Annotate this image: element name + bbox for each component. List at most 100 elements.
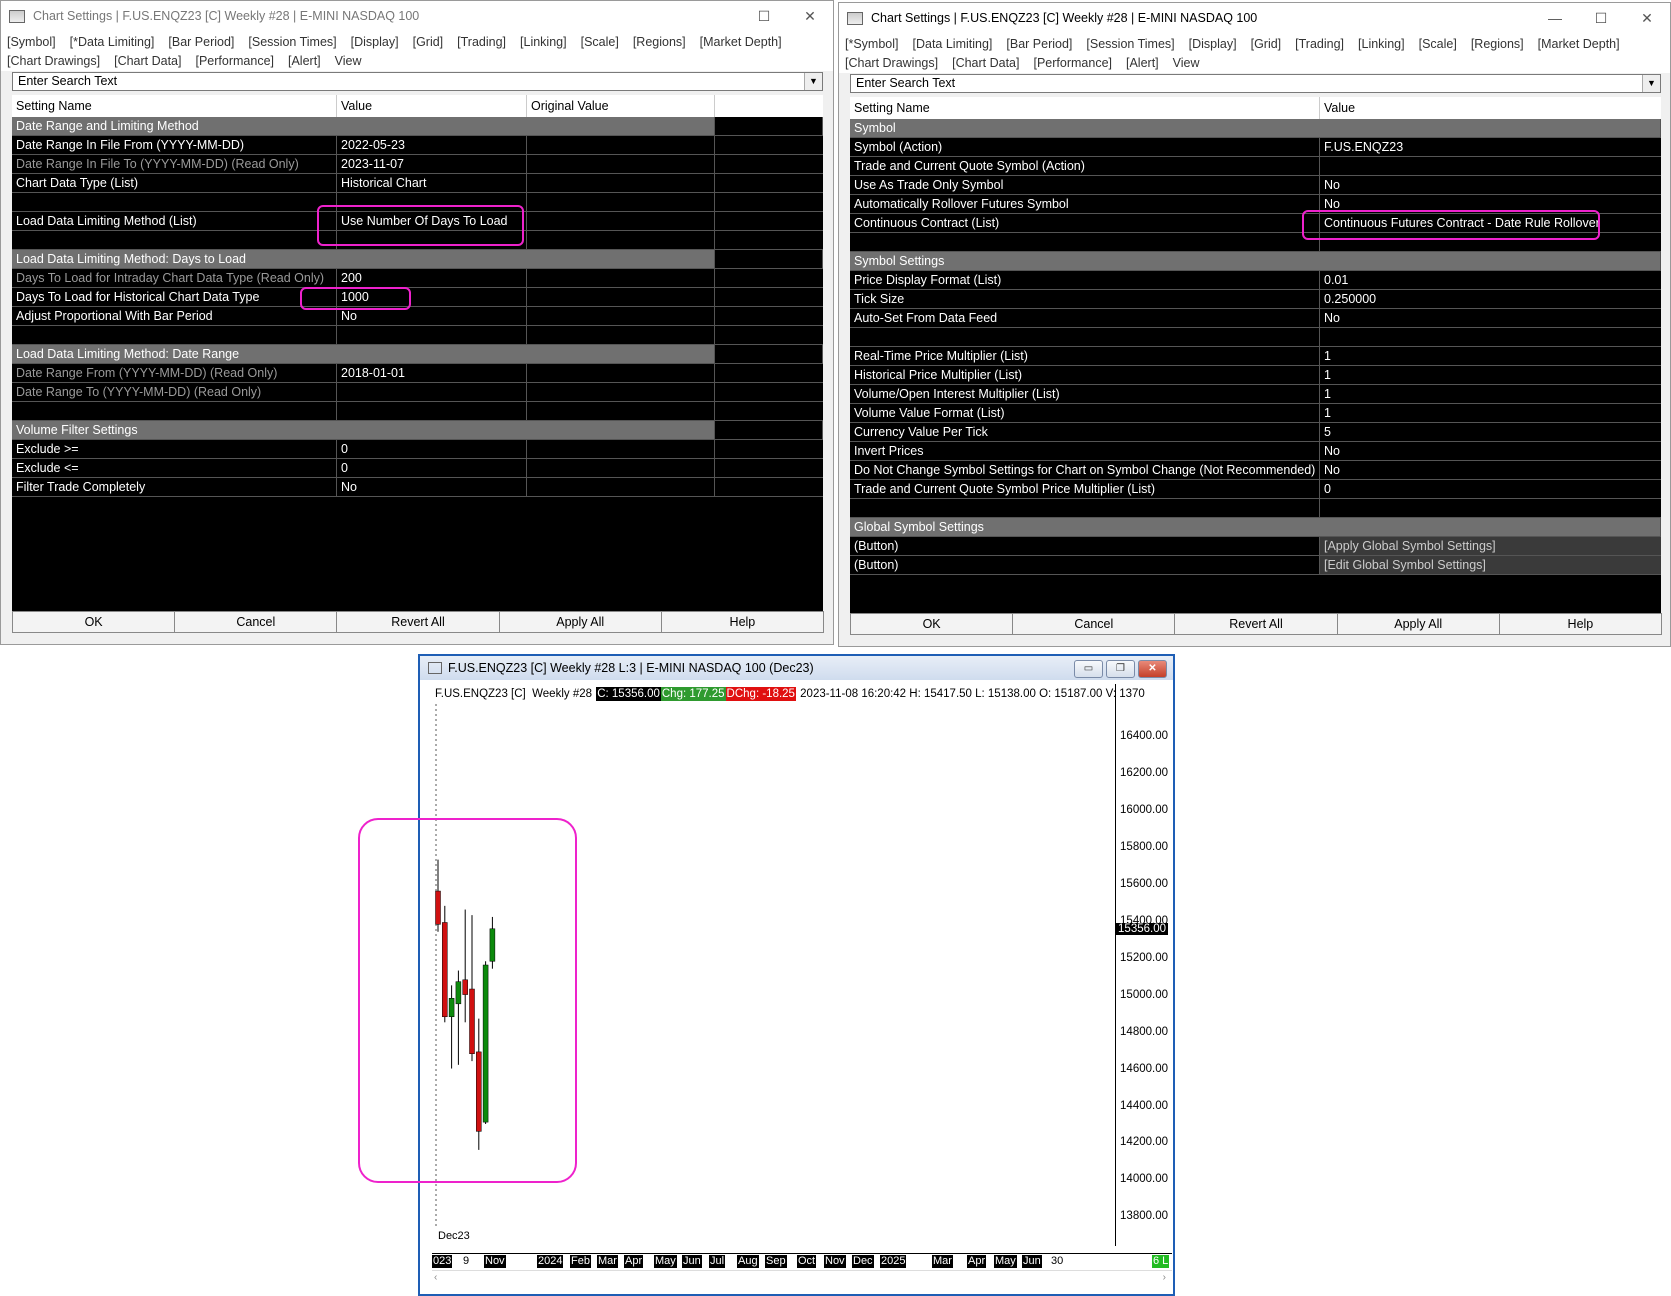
apply-all-button[interactable]: Apply All: [498, 611, 662, 633]
setting-row[interactable]: Date Range In File To (YYYY-MM-DD) (Read…: [12, 155, 823, 174]
ok-button[interactable]: OK: [850, 613, 1014, 635]
tab-trading[interactable]: [Trading]: [1295, 35, 1344, 54]
setting-row[interactable]: Do Not Change Symbol Settings for Chart …: [850, 461, 1661, 480]
tab-view[interactable]: View: [335, 52, 362, 71]
scroll-right-icon[interactable]: ›: [1163, 1272, 1166, 1283]
maximize-icon[interactable]: ☐: [1578, 3, 1624, 33]
tab-market-depth[interactable]: [Market Depth]: [700, 33, 782, 52]
setting-row[interactable]: Real-Time Price Multiplier (List) 1: [850, 347, 1661, 366]
help-button[interactable]: Help: [1498, 613, 1663, 635]
close-icon[interactable]: ✕: [1624, 3, 1670, 33]
setting-row[interactable]: Invert Prices No: [850, 442, 1661, 461]
setting-value[interactable]: No: [1320, 176, 1661, 194]
tab-chart-data[interactable]: [Chart Data]: [952, 54, 1019, 73]
tab-scale[interactable]: [Scale]: [1419, 35, 1457, 54]
revert-all-button[interactable]: Revert All: [336, 611, 500, 633]
setting-value[interactable]: 1: [1320, 347, 1661, 365]
tab-alert[interactable]: [Alert]: [1126, 54, 1159, 73]
close-icon[interactable]: ✕: [787, 1, 833, 31]
close-icon[interactable]: ✕: [1138, 660, 1167, 678]
setting-row[interactable]: Date Range To (YYYY-MM-DD) (Read Only): [12, 383, 823, 402]
setting-row[interactable]: Currency Value Per Tick 5: [850, 423, 1661, 442]
tab-performance[interactable]: [Performance]: [195, 52, 274, 71]
tab-regions[interactable]: [Regions]: [633, 33, 686, 52]
tab-data-limiting[interactable]: [Data Limiting]: [913, 35, 993, 54]
setting-value[interactable]: 1: [1320, 366, 1661, 384]
cancel-button[interactable]: Cancel: [174, 611, 338, 633]
global-settings-button[interactable]: [Edit Global Symbol Settings]: [1320, 556, 1661, 574]
horizontal-scrollbar[interactable]: ‹ ›: [432, 1270, 1172, 1287]
setting-row[interactable]: Date Range In File From (YYYY-MM-DD) 2022…: [12, 136, 823, 155]
setting-row[interactable]: (Button) [Edit Global Symbol Settings]: [850, 556, 1661, 575]
tab-session-times[interactable]: [Session Times]: [248, 33, 336, 52]
tab-bar-period[interactable]: [Bar Period]: [168, 33, 234, 52]
tab-view[interactable]: View: [1173, 54, 1200, 73]
setting-value[interactable]: 0: [337, 459, 527, 477]
setting-row[interactable]: Price Display Format (List) 0.01: [850, 271, 1661, 290]
ok-button[interactable]: OK: [12, 611, 176, 633]
setting-row[interactable]: Symbol (Action) F.US.ENQZ23: [850, 138, 1661, 157]
setting-value[interactable]: No: [1320, 461, 1661, 479]
tab-regions[interactable]: [Regions]: [1471, 35, 1524, 54]
setting-value[interactable]: [337, 383, 527, 401]
setting-row[interactable]: Filter Trade Completely No: [12, 478, 823, 497]
column-original-value[interactable]: Original Value: [527, 95, 715, 117]
tab-grid[interactable]: [Grid]: [413, 33, 444, 52]
time-axis[interactable]: 023 9 Nov 2024 Feb Mar Apr May Jun Jul Aug Sep Oct No…: [432, 1253, 1172, 1268]
left-search-input[interactable]: Enter Search Text ▼: [12, 72, 823, 91]
tab-symbol[interactable]: [Symbol]: [7, 33, 56, 52]
column-setting-name[interactable]: Setting Name: [850, 97, 1320, 119]
setting-row[interactable]: Days To Load for Historical Chart Data T…: [12, 288, 823, 307]
setting-value[interactable]: 1: [1320, 404, 1661, 422]
tab-bar-period[interactable]: [Bar Period]: [1006, 35, 1072, 54]
setting-row[interactable]: Trade and Current Quote Symbol (Action): [850, 157, 1661, 176]
setting-row[interactable]: Use As Trade Only Symbol No: [850, 176, 1661, 195]
setting-row[interactable]: Exclude <= 0: [12, 459, 823, 478]
price-axis[interactable]: 16400.00 16200.00 16000.00 15800.00 15600.00…: [1116, 684, 1172, 1246]
tab-linking[interactable]: [Linking]: [520, 33, 567, 52]
right-search-input[interactable]: Enter Search Text ▼: [850, 74, 1661, 93]
maximize-icon[interactable]: ☐: [741, 1, 787, 31]
global-settings-button[interactable]: [Apply Global Symbol Settings]: [1320, 537, 1661, 555]
revert-all-button[interactable]: Revert All: [1174, 613, 1338, 635]
setting-value[interactable]: 1: [1320, 385, 1661, 403]
setting-value[interactable]: No: [1320, 309, 1661, 327]
setting-value[interactable]: 200: [337, 269, 527, 287]
setting-value[interactable]: No: [337, 478, 527, 496]
tab-linking[interactable]: [Linking]: [1358, 35, 1405, 54]
scroll-left-icon[interactable]: ‹: [434, 1272, 437, 1283]
setting-row[interactable]: Chart Data Type (List) Historical Chart: [12, 174, 823, 193]
tab-market-depth[interactable]: [Market Depth]: [1538, 35, 1620, 54]
right-window-titlebar[interactable]: Chart Settings | F.US.ENQZ23 [C] Weekly …: [839, 3, 1670, 33]
setting-value[interactable]: 2018-01-01: [337, 364, 527, 382]
chevron-down-icon[interactable]: ▼: [1642, 75, 1660, 92]
setting-row[interactable]: Days To Load for Intraday Chart Data Typ…: [12, 269, 823, 288]
setting-row[interactable]: Adjust Proportional With Bar Period No: [12, 307, 823, 326]
setting-value[interactable]: 0.01: [1320, 271, 1661, 289]
setting-row[interactable]: (Button) [Apply Global Symbol Settings]: [850, 537, 1661, 556]
tab-scale[interactable]: [Scale]: [581, 33, 619, 52]
tab-performance[interactable]: [Performance]: [1033, 54, 1112, 73]
setting-row[interactable]: Auto-Set From Data Feed No: [850, 309, 1661, 328]
setting-value[interactable]: 0.250000: [1320, 290, 1661, 308]
chevron-down-icon[interactable]: ▼: [804, 73, 822, 90]
tab-chart-drawings[interactable]: [Chart Drawings]: [7, 52, 100, 71]
setting-value[interactable]: 2022-05-23: [337, 136, 527, 154]
minimize-icon[interactable]: —: [1532, 3, 1578, 33]
setting-value[interactable]: Historical Chart: [337, 174, 527, 192]
setting-value[interactable]: No: [1320, 442, 1661, 460]
tab-chart-drawings[interactable]: [Chart Drawings]: [845, 54, 938, 73]
tab-session-times[interactable]: [Session Times]: [1086, 35, 1174, 54]
setting-row[interactable]: Tick Size 0.250000: [850, 290, 1661, 309]
column-setting-name[interactable]: Setting Name: [12, 95, 337, 117]
setting-value[interactable]: 2023-11-07: [337, 155, 527, 173]
restore-icon[interactable]: ❐: [1106, 660, 1135, 678]
setting-row[interactable]: Exclude >= 0: [12, 440, 823, 459]
minimize-icon[interactable]: ▭: [1074, 660, 1103, 678]
setting-row[interactable]: Trade and Current Quote Symbol Price Mul…: [850, 480, 1661, 499]
column-value[interactable]: Value: [1320, 97, 1661, 119]
tab-symbol[interactable]: [*Symbol]: [845, 35, 899, 54]
setting-row[interactable]: Volume/Open Interest Multiplier (List) 1: [850, 385, 1661, 404]
setting-row[interactable]: Date Range From (YYYY-MM-DD) (Read Only)…: [12, 364, 823, 383]
tab-alert[interactable]: [Alert]: [288, 52, 321, 71]
